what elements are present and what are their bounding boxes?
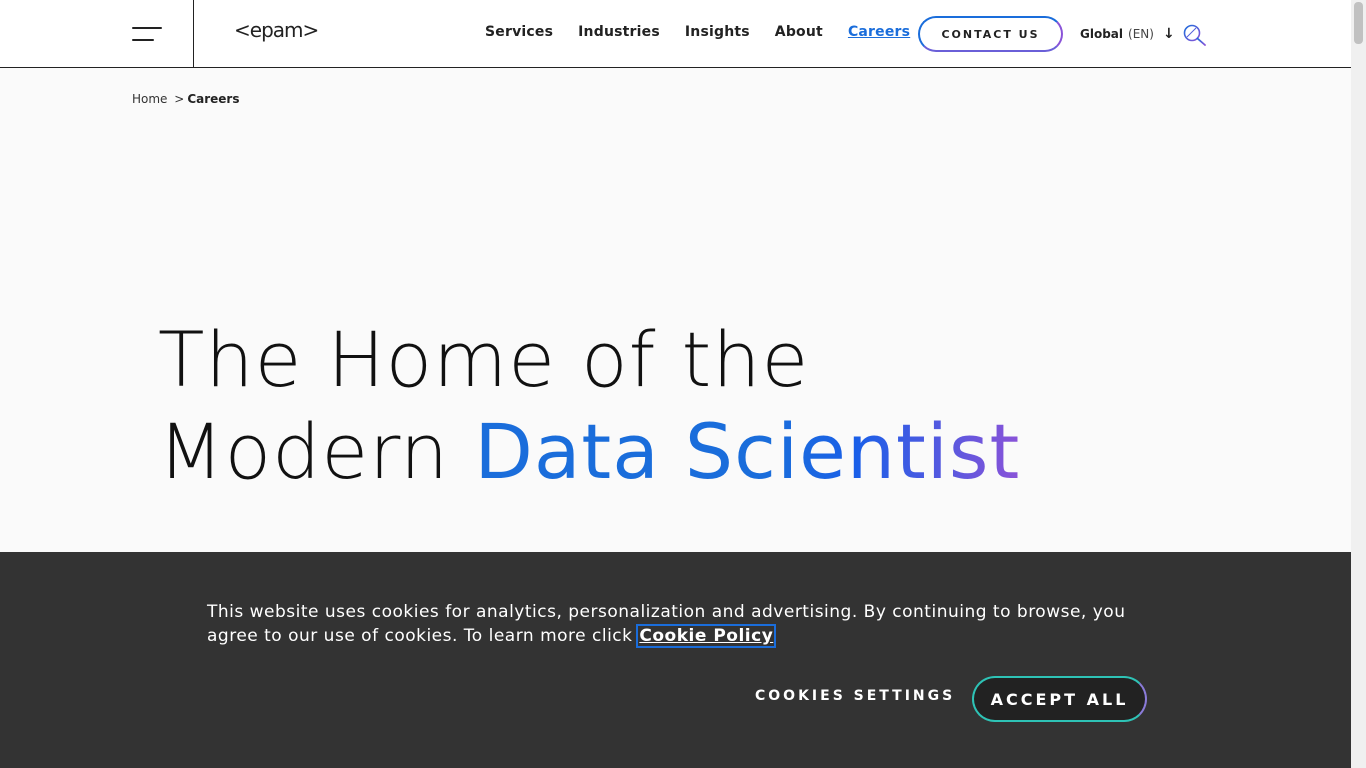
accept-all-button[interactable]: ACCEPT ALL (972, 676, 1147, 722)
cookies-settings-button[interactable]: COOKIES SETTINGS (755, 688, 955, 704)
page-scrollbar[interactable] (1351, 0, 1366, 768)
language-region: Global (1080, 27, 1124, 41)
hero-title: The Home of the Modern Data Scientist (158, 314, 1020, 498)
hero-line-2: Modern (158, 407, 475, 496)
main-nav: Services Industries Insights About Caree… (485, 24, 935, 40)
contact-us-button[interactable]: CONTACT US (918, 16, 1063, 52)
hamburger-menu-button[interactable] (0, 0, 194, 67)
nav-services[interactable]: Services (485, 24, 553, 40)
menu-line-icon (132, 27, 162, 29)
breadcrumb: Home > Careers (132, 92, 240, 106)
menu-line-icon (132, 39, 154, 41)
hero-line-1: The Home of the (158, 315, 810, 404)
nav-about[interactable]: About (775, 24, 823, 40)
breadcrumb-separator: > (174, 92, 185, 106)
nav-industries[interactable]: Industries (578, 24, 660, 40)
nav-insights[interactable]: Insights (685, 24, 750, 40)
breadcrumb-home[interactable]: Home (132, 92, 167, 106)
epam-logo[interactable]: <epam> (234, 18, 319, 42)
nav-careers[interactable]: Careers (848, 24, 910, 40)
language-code: (EN) (1128, 27, 1154, 41)
cookie-banner: This website uses cookies for analytics,… (0, 552, 1351, 768)
cookie-policy-link[interactable]: Cookie Policy (636, 624, 777, 648)
scrollbar-thumb[interactable] (1354, 2, 1363, 44)
hero-highlight: Data Scientist (474, 407, 1021, 496)
breadcrumb-current: Careers (187, 92, 240, 106)
site-header: <epam> Services Industries Insights Abou… (0, 0, 1351, 68)
arrow-down-icon: ↓ (1162, 26, 1175, 42)
search-icon[interactable] (1183, 24, 1207, 46)
language-selector[interactable]: Global (EN) ↓ (1080, 26, 1175, 42)
cookie-text: This website uses cookies for analytics,… (207, 600, 1157, 648)
